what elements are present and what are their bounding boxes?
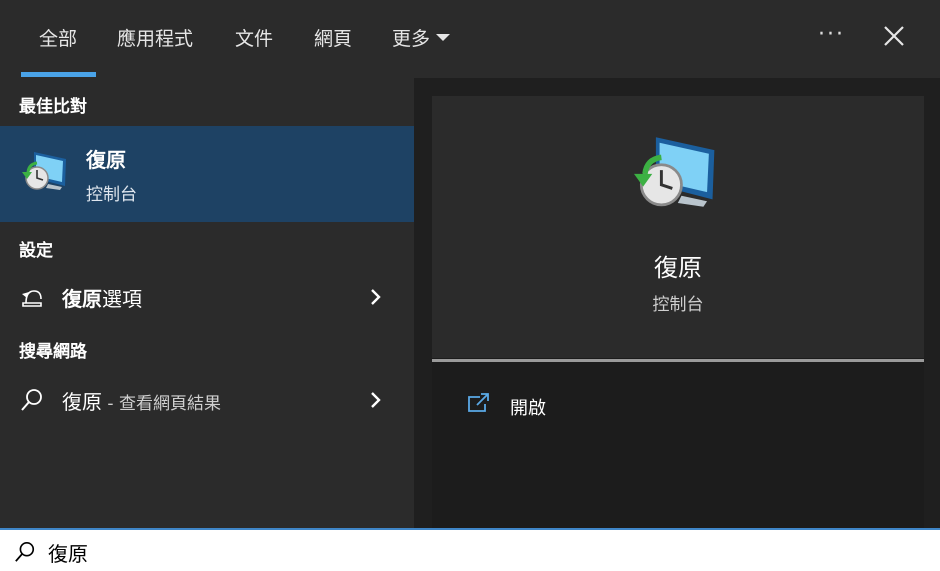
chevron-right-icon bbox=[371, 289, 381, 305]
recovery-options-icon bbox=[22, 290, 42, 307]
open-external-icon bbox=[468, 393, 489, 412]
more-options-icon[interactable]: ··· bbox=[818, 22, 845, 47]
search-box[interactable] bbox=[0, 528, 940, 571]
recovery-icon bbox=[22, 152, 66, 190]
best-match-subtitle: 控制台 bbox=[86, 185, 137, 205]
preview-header: 復原 控制台 bbox=[432, 96, 924, 358]
tab-all[interactable]: 全部 bbox=[39, 24, 77, 51]
tab-more-label: 更多 bbox=[392, 28, 431, 50]
section-best-match: 最佳比對 bbox=[19, 97, 87, 117]
search-icon bbox=[15, 542, 35, 562]
web-search-item[interactable]: 復原 - 查看網頁結果 bbox=[0, 376, 414, 424]
tab-web[interactable]: 網頁 bbox=[314, 24, 352, 51]
active-tab-indicator bbox=[21, 72, 96, 77]
preview-subtitle: 控制台 bbox=[652, 295, 704, 315]
open-action-label: 開啟 bbox=[510, 398, 546, 419]
search-scope-bar: 全部 應用程式 文件 網頁 更多 ··· bbox=[0, 0, 940, 78]
settings-item-recovery-options[interactable]: 復原選項 bbox=[0, 273, 414, 321]
web-search-label: 復原 - 查看網頁結果 bbox=[62, 386, 221, 415]
open-action[interactable]: 開啟 bbox=[466, 390, 666, 420]
web-search-suffix: - 查看網頁結果 bbox=[102, 394, 221, 414]
search-input[interactable] bbox=[48, 538, 908, 566]
section-settings: 設定 bbox=[19, 241, 53, 261]
web-search-query: 復原 bbox=[62, 390, 102, 414]
best-match-item[interactable]: 復原 控制台 bbox=[0, 126, 414, 222]
preview-pane: 復原 控制台 開啟 bbox=[432, 96, 924, 528]
results-list: 最佳比對 復原 控制台 設定 復原選項 搜尋網路 復原 - 查看網頁結果 bbox=[0, 78, 414, 528]
tab-documents[interactable]: 文件 bbox=[235, 24, 273, 51]
tab-more[interactable]: 更多 bbox=[392, 24, 451, 51]
best-match-title: 復原 bbox=[86, 148, 126, 172]
chevron-down-icon bbox=[436, 34, 451, 41]
preview-divider bbox=[432, 359, 924, 362]
settings-item-rest: 選項 bbox=[102, 287, 142, 311]
preview-title: 復原 bbox=[654, 254, 702, 282]
recovery-icon bbox=[634, 137, 715, 207]
tab-apps[interactable]: 應用程式 bbox=[117, 24, 193, 51]
section-web: 搜尋網路 bbox=[19, 342, 87, 362]
chevron-right-icon bbox=[371, 392, 381, 408]
search-icon bbox=[21, 389, 42, 411]
close-icon[interactable] bbox=[882, 24, 906, 48]
settings-item-label: 復原選項 bbox=[62, 283, 142, 312]
settings-item-bold: 復原 bbox=[62, 287, 102, 311]
